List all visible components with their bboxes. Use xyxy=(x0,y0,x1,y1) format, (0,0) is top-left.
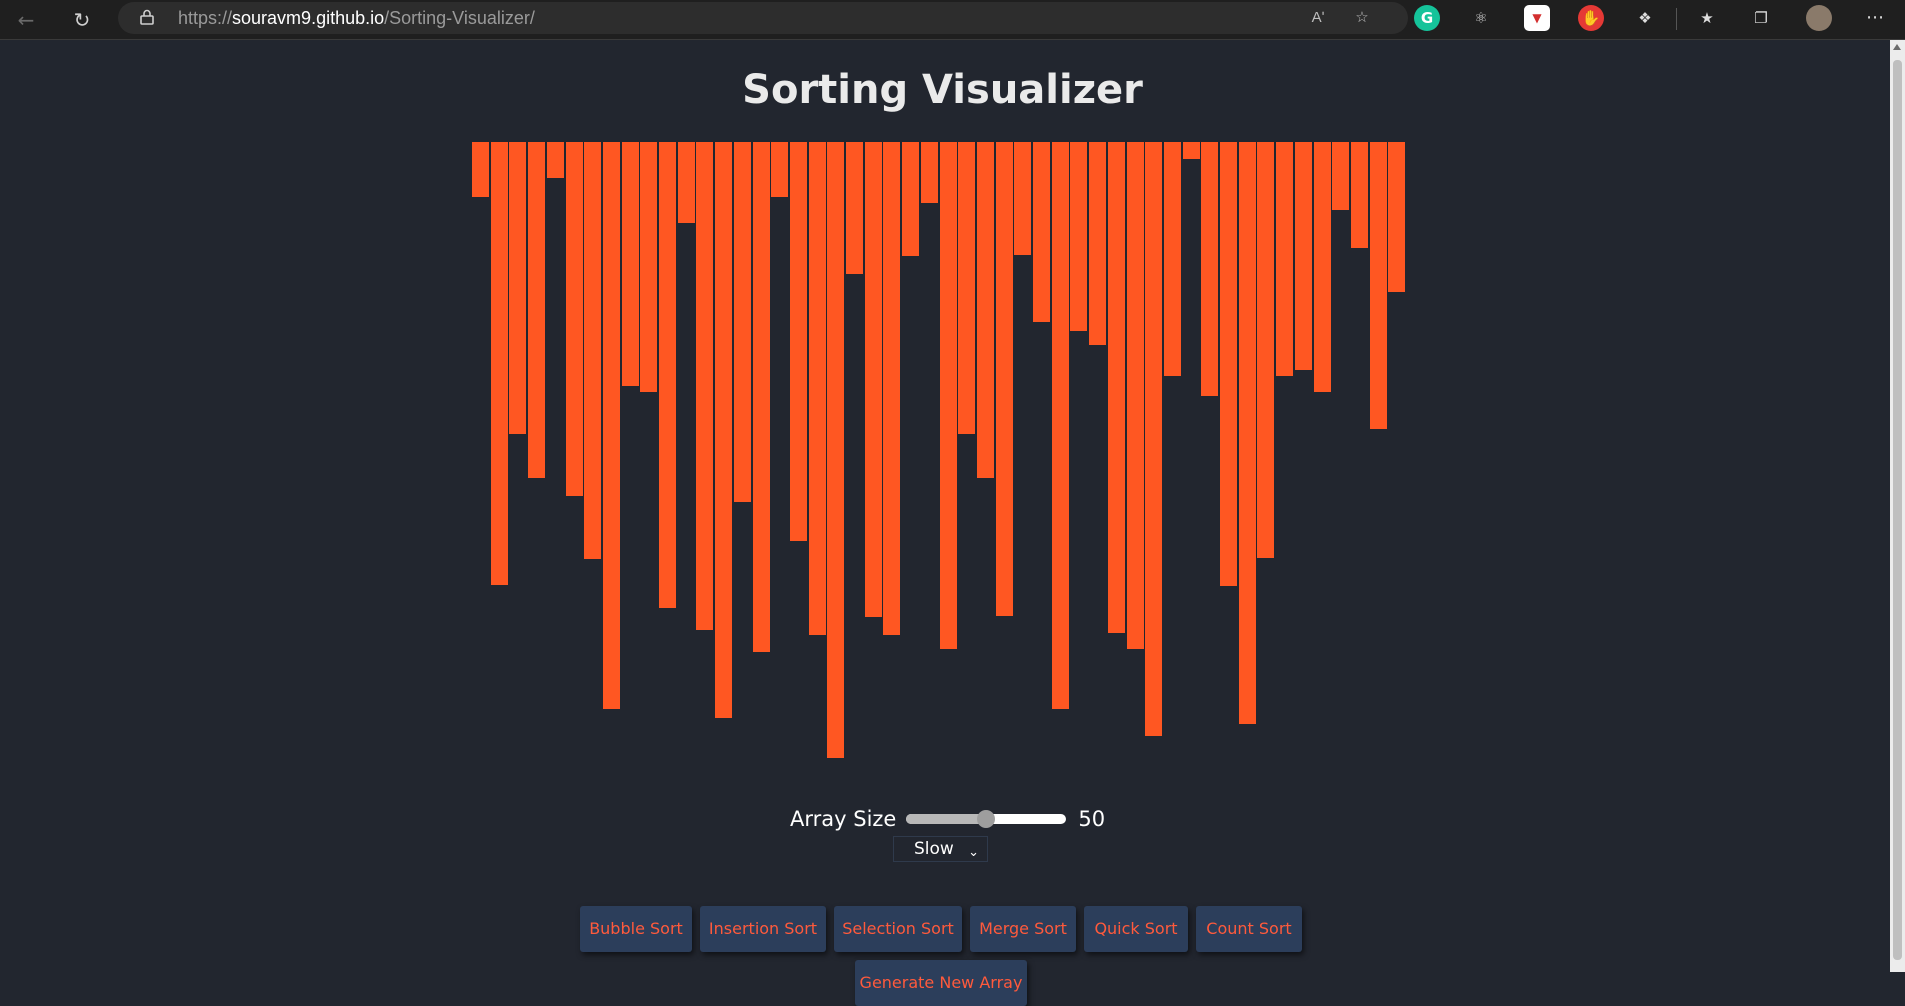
merge-sort-button[interactable]: Merge Sort xyxy=(970,906,1076,952)
array-bar xyxy=(509,142,527,434)
insertion-sort-button[interactable]: Insertion Sort xyxy=(700,906,826,952)
scroll-thumb[interactable] xyxy=(1893,60,1902,960)
array-bar xyxy=(659,142,676,608)
favorites-icon[interactable]: ★ xyxy=(1694,5,1720,31)
array-bar xyxy=(958,142,976,434)
url-host: souravm9.github.io xyxy=(232,8,385,28)
react-devtools-icon[interactable]: ⚛ xyxy=(1468,5,1494,31)
array-bars xyxy=(472,142,1408,810)
array-bar xyxy=(752,142,770,652)
generate-new-array-button[interactable]: Generate New Array xyxy=(855,960,1027,1006)
array-bar xyxy=(902,142,920,256)
grammarly-icon[interactable]: G xyxy=(1414,5,1440,31)
url-path: /Sorting-Visualizer/ xyxy=(384,8,535,28)
mcafee-icon[interactable]: ▼ xyxy=(1524,5,1550,31)
array-size-value: 50 xyxy=(1078,807,1106,831)
slider-fill xyxy=(906,814,987,824)
array-bar xyxy=(1089,142,1107,345)
array-bar xyxy=(1182,142,1200,159)
array-bar xyxy=(528,142,546,478)
count-sort-button[interactable]: Count Sort xyxy=(1196,906,1302,952)
array-bar xyxy=(883,142,901,635)
lock-icon xyxy=(140,9,154,25)
array-bar xyxy=(1332,142,1350,210)
array-bar xyxy=(846,142,863,274)
array-bar xyxy=(696,142,714,630)
vertical-scrollbar[interactable] xyxy=(1890,40,1905,972)
array-bar xyxy=(1294,142,1312,370)
array-size-slider[interactable] xyxy=(906,810,1067,828)
array-bar xyxy=(1388,142,1406,292)
array-bar xyxy=(584,142,602,559)
slider-thumb[interactable] xyxy=(977,810,996,828)
array-bar xyxy=(621,142,639,386)
toolbar-divider xyxy=(1676,8,1677,30)
array-bar xyxy=(1126,142,1144,649)
array-bar xyxy=(827,142,845,758)
url-scheme: https:// xyxy=(178,8,233,28)
back-arrow-icon[interactable]: ← xyxy=(12,6,40,34)
refresh-icon[interactable]: ↻ xyxy=(68,6,96,34)
extensions-icon[interactable]: ❖ xyxy=(1632,5,1658,31)
array-bar xyxy=(789,142,807,541)
array-size-control: Array Size 50 xyxy=(790,804,1105,834)
browser-toolbar: ← ↻ https://souravm9.github.io/Sorting-V… xyxy=(0,0,1905,40)
speed-selected-value: Slow xyxy=(914,839,954,859)
array-bar xyxy=(1238,142,1256,724)
array-bar xyxy=(1257,142,1275,558)
array-bar xyxy=(1163,142,1181,376)
array-bar xyxy=(1033,142,1050,322)
array-bar xyxy=(995,142,1013,616)
bubble-sort-button[interactable]: Bubble Sort xyxy=(580,906,692,952)
address-bar[interactable]: https://souravm9.github.io/Sorting-Visua… xyxy=(118,2,1408,34)
array-bar xyxy=(546,142,564,178)
array-bar xyxy=(565,142,583,496)
array-bar xyxy=(1276,142,1294,376)
array-bar xyxy=(733,142,751,502)
chevron-down-icon: ⌄ xyxy=(968,845,979,860)
quick-sort-button[interactable]: Quick Sort xyxy=(1084,906,1188,952)
adblock-icon[interactable]: ✋ xyxy=(1578,5,1604,31)
array-bar xyxy=(677,142,695,223)
array-bar xyxy=(602,142,620,709)
array-bar xyxy=(1107,142,1125,633)
array-bar xyxy=(472,142,489,197)
scroll-up-arrow-icon[interactable] xyxy=(1893,44,1901,50)
array-bar xyxy=(939,142,957,649)
array-bar xyxy=(1369,142,1387,429)
page-content: Sorting Visualizer Array Size 50 Slow ⌄ … xyxy=(0,41,1890,1006)
array-bar xyxy=(490,142,508,585)
array-bar xyxy=(715,142,733,718)
array-bar xyxy=(808,142,826,635)
array-bar xyxy=(1313,142,1331,392)
more-options-icon[interactable]: ⋯ xyxy=(1862,5,1888,31)
array-bar xyxy=(1350,142,1368,248)
collections-icon[interactable]: ❐ xyxy=(1748,5,1774,31)
array-bar xyxy=(1145,142,1163,736)
array-bar xyxy=(920,142,938,203)
array-bar xyxy=(1220,142,1237,586)
page-title: Sorting Visualizer xyxy=(742,67,1143,113)
array-bar xyxy=(640,142,658,392)
profile-avatar[interactable] xyxy=(1806,5,1832,31)
add-favorite-icon[interactable]: ☆ xyxy=(1350,7,1374,29)
array-bar xyxy=(1014,142,1032,255)
array-bar xyxy=(1051,142,1069,709)
array-bar xyxy=(1070,142,1088,331)
read-aloud-icon[interactable]: Aʹ xyxy=(1306,7,1330,29)
selection-sort-button[interactable]: Selection Sort xyxy=(834,906,962,952)
url-text: https://souravm9.github.io/Sorting-Visua… xyxy=(178,8,535,29)
array-bar xyxy=(864,142,882,617)
array-size-label: Array Size xyxy=(790,807,897,831)
speed-select[interactable]: Slow ⌄ xyxy=(893,836,988,862)
array-bar xyxy=(1201,142,1219,396)
array-bar xyxy=(771,142,789,197)
array-bar xyxy=(976,142,994,478)
